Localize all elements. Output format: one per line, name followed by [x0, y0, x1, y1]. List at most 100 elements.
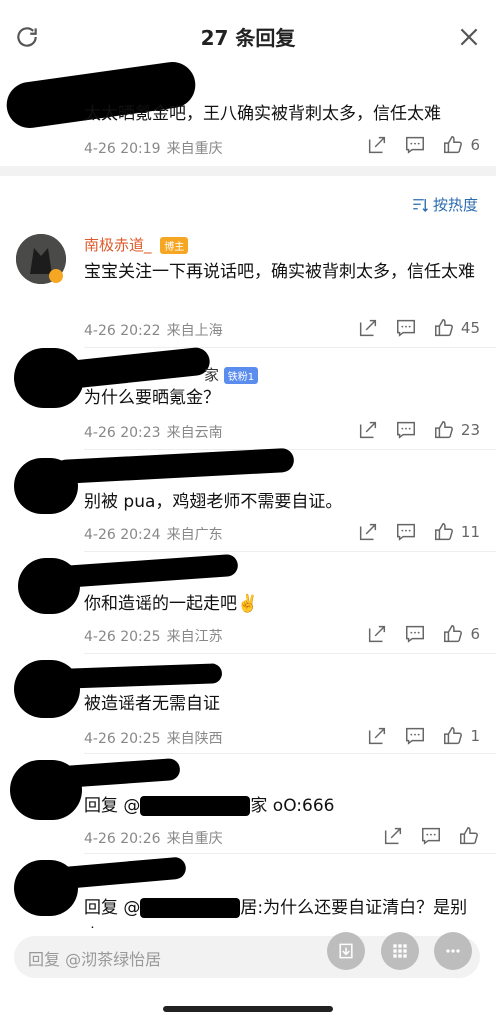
comment-location: 来自重庆 [166, 831, 223, 847]
more-button[interactable] [434, 932, 472, 970]
fan-badge: 铁粉1 [223, 367, 259, 384]
comment-item: 家 铁粉1 为什么要晒氪金？ 4-26 20:23 来自云南 23 [0, 346, 496, 450]
comment-location: 来自上海 [166, 323, 223, 339]
top-bar: 27 条回复 [0, 0, 496, 68]
share-icon[interactable] [357, 521, 379, 543]
like-count: 45 [460, 319, 480, 337]
page-title: 27 条回复 [200, 26, 296, 50]
comment-icon[interactable] [395, 317, 417, 339]
like-count: 6 [470, 136, 480, 154]
grid-button[interactable] [381, 932, 419, 970]
redacted-name [55, 856, 187, 890]
comment-meta: 4-26 20:25 来自江苏 [84, 626, 223, 646]
section-divider [0, 166, 496, 176]
comment-actions: 6 [366, 623, 480, 645]
like-count: 1 [470, 727, 480, 745]
comment-meta: 4-26 20:22 来自上海 [84, 320, 223, 340]
share-icon[interactable] [366, 134, 388, 156]
share-icon[interactable] [357, 419, 379, 441]
like-count: 6 [470, 625, 480, 643]
comment-icon[interactable] [395, 419, 417, 441]
avatar-image [16, 234, 66, 284]
share-icon[interactable] [366, 623, 388, 645]
comment-text: 别被 pua，鸡翅老师不需要自证。 [84, 492, 343, 512]
redacted-mention [140, 796, 251, 816]
share-icon[interactable] [382, 825, 404, 847]
comment-item: 别被 pua，鸡翅老师不需要自证。 4-26 20:24 来自广东 11 [0, 447, 496, 552]
blogger-badge: 博主 [160, 237, 189, 254]
comment-time: 4-26 20:24 [84, 527, 161, 543]
author-name[interactable]: 家 铁粉1 [204, 364, 259, 385]
like-count: 11 [460, 523, 480, 541]
sort-label: 按热度 [432, 196, 478, 214]
redacted-name [61, 663, 223, 689]
comment-item: 回复 @居:为什么还要自证清白？是别人 [0, 854, 496, 928]
comment-text: 被造谣者无需自证 [84, 694, 220, 714]
comment-time: 4-26 20:22 [84, 323, 161, 339]
like-icon[interactable] [433, 521, 455, 543]
comment-text: 太太晒氪金吧，王八确实被背刺太多，信任太难 [84, 104, 441, 124]
comment-time: 4-26 20:25 [84, 731, 161, 747]
redacted-name [57, 553, 239, 589]
comment-time: 4-26 20:19 [84, 141, 161, 157]
redacted-name [53, 447, 295, 485]
comment-actions [382, 825, 480, 847]
comment-meta: 4-26 20:19 来自重庆 [84, 138, 223, 158]
like-icon[interactable] [458, 825, 480, 847]
comment-meta: 4-26 20:23 来自云南 [84, 422, 223, 442]
reply-bar: 回复 @沏茶绿怡居 [0, 928, 496, 988]
comment-location: 来自陕西 [166, 731, 223, 747]
like-icon[interactable] [442, 623, 464, 645]
pinned-comment: 太太晒氪金吧，王八确实被背刺太多，信任太难 4-26 20:19 来自重庆 6 [0, 59, 496, 168]
comment-text: 为什么要晒氪金？ [84, 388, 220, 408]
share-icon[interactable] [357, 317, 379, 339]
share-icon[interactable] [366, 725, 388, 747]
more-icon [446, 949, 460, 953]
comment-actions: 45 [357, 317, 480, 339]
like-count: 23 [460, 421, 480, 439]
comment-meta: 4-26 20:24 来自广东 [84, 524, 223, 544]
redacted-name [59, 757, 181, 789]
sort-button[interactable]: 按热度 [411, 194, 478, 215]
comment-text: 回复 @居:为什么还要自证清白？是别人 [84, 898, 468, 928]
comment-icon[interactable] [420, 825, 442, 847]
avatar[interactable] [16, 234, 66, 284]
comment-text: 你和造谣的一起走吧✌️ [84, 594, 259, 614]
comment-meta: 4-26 20:26 来自重庆 [84, 828, 223, 848]
comment-time: 4-26 20:26 [84, 831, 161, 847]
reply-placeholder: 回复 @沏茶绿怡居 [28, 950, 162, 969]
sort-icon [413, 198, 428, 212]
comment-text: 宝宝关注一下再说话吧，确实被背刺太多，信任太难 [84, 262, 475, 282]
comment-location: 来自广东 [166, 527, 223, 543]
home-indicator [163, 1006, 333, 1012]
download-button[interactable] [327, 932, 365, 970]
comment-meta: 4-26 20:25 来自陕西 [84, 728, 223, 748]
comment-icon[interactable] [404, 623, 426, 645]
like-icon[interactable] [433, 419, 455, 441]
grid-icon [393, 944, 407, 958]
comment-actions: 6 [366, 134, 480, 156]
comment-icon[interactable] [395, 521, 417, 543]
comment-location: 来自云南 [166, 425, 223, 441]
comment-item: 被造谣者无需自证 4-26 20:25 来自陕西 1 [0, 654, 496, 754]
download-icon [339, 943, 353, 959]
comment-actions: 11 [357, 521, 480, 543]
comment-item: 回复 @ 家 oO:666 4-26 20:26 来自重庆 [0, 754, 496, 854]
comment-location: 来自江苏 [166, 629, 223, 645]
comment-icon[interactable] [404, 725, 426, 747]
comment-time: 4-26 20:25 [84, 629, 161, 645]
comment-actions: 1 [366, 725, 480, 747]
comment-icon[interactable] [404, 134, 426, 156]
close-icon[interactable] [456, 24, 482, 50]
comment-actions: 23 [357, 419, 480, 441]
like-icon[interactable] [442, 134, 464, 156]
comment-location: 来自重庆 [166, 141, 223, 157]
comment-text: 回复 @ 家 oO:666 [84, 796, 335, 816]
redacted-mention [140, 898, 241, 918]
comment-item: 你和造谣的一起走吧✌️ 4-26 20:25 来自江苏 6 [0, 552, 496, 654]
comment-time: 4-26 20:23 [84, 425, 161, 441]
like-icon[interactable] [433, 317, 455, 339]
comment-item: 南极赤道_ 博主 宝宝关注一下再说话吧，确实被背刺太多，信任太难 4-26 20… [0, 222, 496, 348]
author-name[interactable]: 南极赤道_ 博主 [84, 234, 189, 255]
like-icon[interactable] [442, 725, 464, 747]
